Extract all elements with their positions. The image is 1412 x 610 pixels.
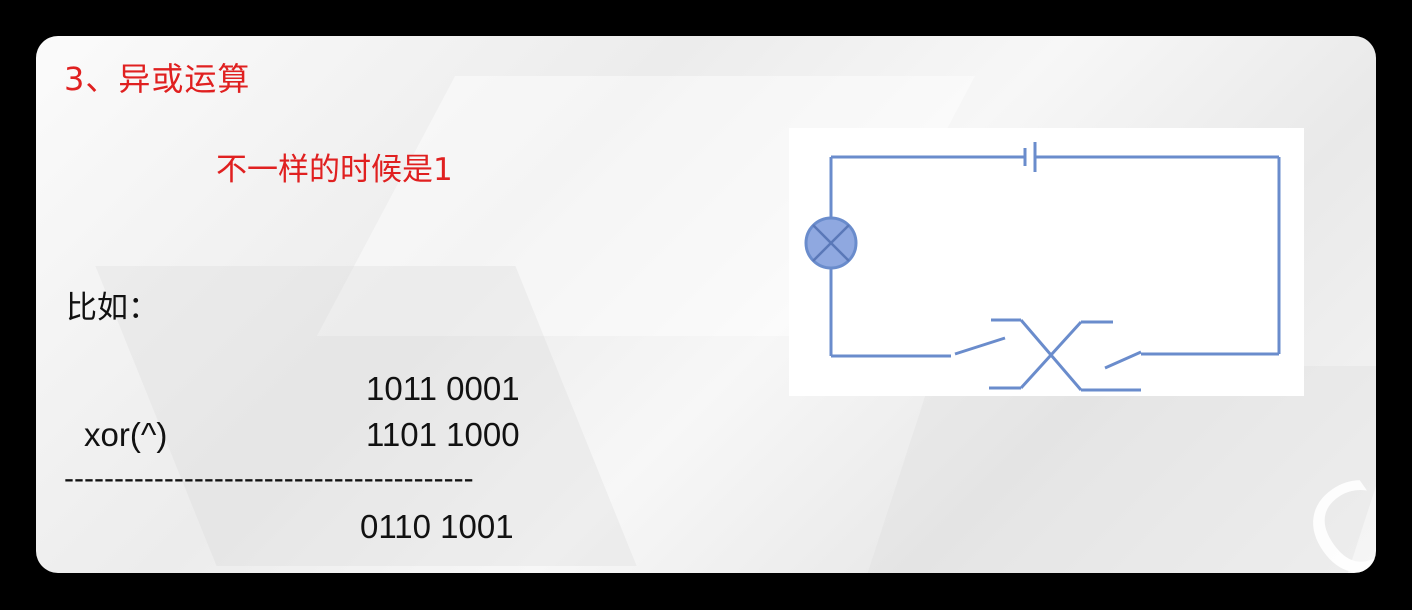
- slide-title: 3、异或运算: [64, 60, 251, 98]
- switch-right-lever: [1104, 350, 1142, 370]
- xor-circuit-diagram: [789, 128, 1304, 396]
- operand-b: 1101 1000: [366, 416, 520, 453]
- divider-line: ----------------------------------------…: [64, 462, 474, 495]
- lamp-icon: [804, 216, 858, 270]
- battery-icon: [1023, 142, 1037, 172]
- switch-left-lever: [954, 336, 1006, 356]
- operator-label: xor(^): [84, 416, 168, 453]
- example-label: 比如：: [66, 290, 159, 326]
- background-facet: [857, 366, 1376, 573]
- slide: 3、异或运算 不一样的时候是1 比如： 1011 0001 xor(^) 110…: [36, 36, 1376, 573]
- xor-result: 0110 1001: [360, 508, 514, 545]
- circuit-svg: [804, 142, 1281, 392]
- slide-subtitle: 不一样的时候是1: [216, 152, 453, 188]
- operand-a: 1011 0001: [366, 370, 520, 407]
- circuit-wires: [829, 155, 1281, 392]
